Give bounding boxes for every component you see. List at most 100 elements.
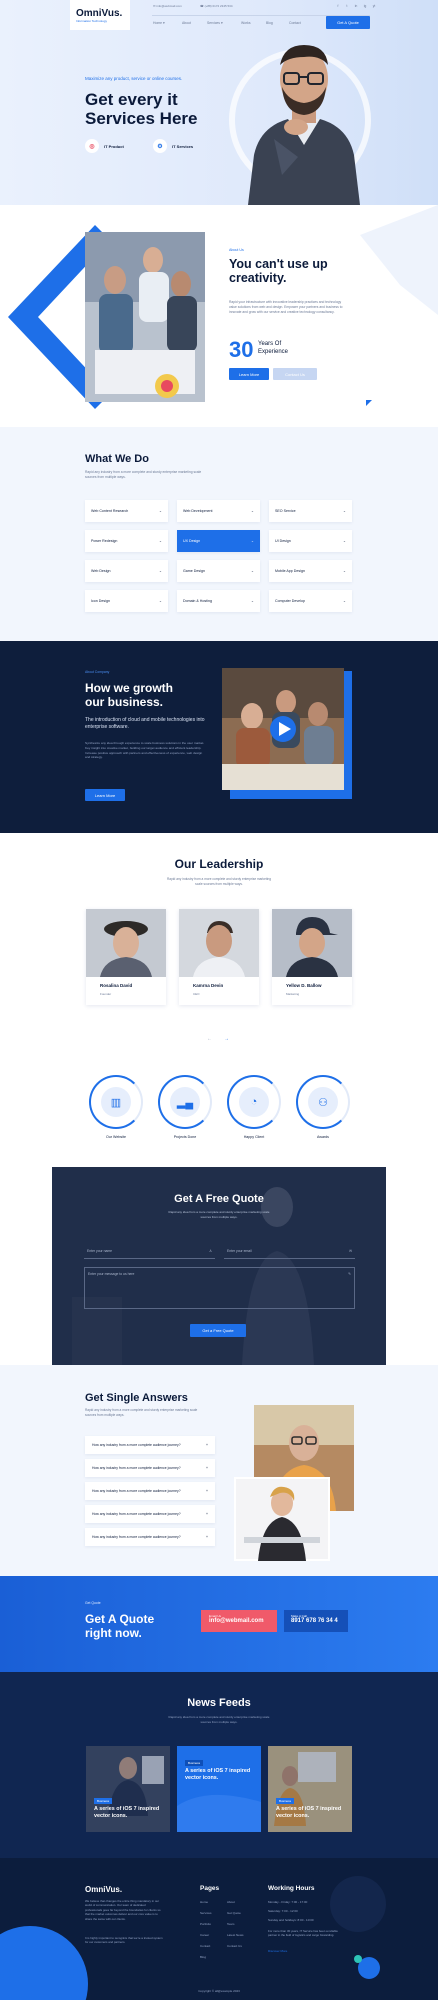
- news-card[interactable]: Business A series of iOS 7 inspired vect…: [268, 1746, 352, 1832]
- get-quote-button[interactable]: Get A Quote: [326, 16, 370, 29]
- service-label: Game Design: [183, 569, 205, 573]
- footer-link[interactable]: Contact Us: [227, 1944, 242, 1948]
- footer-link[interactable]: About: [227, 1900, 235, 1904]
- growth-title-line1: How we growth: [85, 681, 173, 695]
- logo[interactable]: OmniVus. Information Technology: [70, 0, 130, 30]
- footer-link[interactable]: Get Quote: [227, 1911, 241, 1915]
- years-label-line1: Years Of: [258, 341, 282, 347]
- news-card[interactable]: Business A series of iOS 7 inspired vect…: [177, 1746, 261, 1832]
- member-role: Founder: [100, 992, 112, 996]
- learn-more-button[interactable]: Learn More: [229, 368, 269, 380]
- faq-item[interactable]: How any industry from a more complete au…: [85, 1528, 215, 1546]
- news-post-title: A series of iOS 7 inspired vector icons.: [185, 1768, 251, 1781]
- feature-it-product[interactable]: ◎ IT Product: [85, 139, 124, 153]
- footer-link[interactable]: Career: [200, 1933, 209, 1937]
- quote-title: Get A Free Quote: [174, 1193, 264, 1205]
- faq-item[interactable]: How any industry from a more complete au…: [85, 1505, 215, 1523]
- nav-contact[interactable]: Contact: [289, 21, 301, 25]
- service-ui-design[interactable]: UI Design ⌄: [269, 530, 352, 552]
- service-computer-develop[interactable]: Computer Develop ⌄: [269, 590, 352, 612]
- footer-link[interactable]: Services: [200, 1911, 212, 1915]
- twitter-icon[interactable]: t: [345, 4, 349, 8]
- footer-link[interactable]: Team: [227, 1922, 234, 1926]
- message-field[interactable]: Enter your message to us here ✎: [84, 1267, 355, 1309]
- discover-more-link[interactable]: Discover More: [268, 1949, 287, 1953]
- faq-section: Get Single Answers Rapid any industry fr…: [0, 1365, 438, 1576]
- nav-about[interactable]: About: [182, 21, 191, 25]
- service-mobile-app-design[interactable]: Mobile App Design ⌄: [269, 560, 352, 582]
- faq-title: Get Single Answers: [85, 1392, 188, 1404]
- footer-link[interactable]: Portfolio: [200, 1922, 211, 1926]
- pie-icon: ◔: [239, 1087, 269, 1117]
- faq-question: How any industry from a more complete au…: [92, 1535, 181, 1539]
- nav-services[interactable]: Services ▾: [207, 21, 223, 25]
- next-arrow-icon[interactable]: →: [224, 1036, 229, 1042]
- product-icon: ◎: [85, 139, 99, 153]
- team-card[interactable]: Yellow D. Ballow Marketing: [272, 909, 352, 1005]
- service-game-design[interactable]: Game Design ⌄: [177, 560, 260, 582]
- nav-home[interactable]: Home ▾: [153, 21, 165, 25]
- growth-learn-more-button[interactable]: Learn More: [85, 789, 125, 801]
- counter-label: Projects Done: [173, 1135, 197, 1139]
- nav-blog[interactable]: Blog: [266, 21, 273, 25]
- cta-phone-box[interactable]: Make A Call 8917 678 76 34 4: [284, 1610, 348, 1632]
- quote-desc: Rapid any idea from a more complete and …: [168, 1210, 270, 1219]
- get-free-quote-button[interactable]: Get a Free Quote: [190, 1324, 246, 1337]
- header-email[interactable]: ✉ info@webmail.com: [153, 4, 182, 8]
- growth-title: How we growth our business.: [85, 681, 173, 709]
- copyright: Copyright © all@example 2023: [198, 1989, 240, 1993]
- footer-logo[interactable]: OmniVus.: [85, 1885, 122, 1894]
- faq-item[interactable]: How any industry from a more complete au…: [85, 1436, 215, 1454]
- footer-link[interactable]: Home: [200, 1900, 208, 1904]
- facebook-icon[interactable]: f: [336, 4, 340, 8]
- service-label: SEO Service: [275, 509, 296, 513]
- counter-ring: ◔: [227, 1075, 281, 1129]
- email-field[interactable]: Enter your email ✉: [224, 1245, 355, 1259]
- footer-link[interactable]: Blog: [200, 1955, 206, 1959]
- plus-icon: +: [206, 1535, 208, 1539]
- growth-body: Synthesize any idea through experience t…: [85, 741, 205, 760]
- service-power-redesign[interactable]: Power Redesign ⌄: [85, 530, 168, 552]
- growth-video-thumbnail[interactable]: [222, 668, 344, 790]
- news-tag: Business: [185, 1760, 204, 1766]
- team-card[interactable]: Kamrna Devin CEO: [179, 909, 259, 1005]
- service-icon-design[interactable]: Icon Design ⌄: [85, 590, 168, 612]
- team-card[interactable]: Rosalina David Founder: [86, 909, 166, 1005]
- prev-arrow-icon[interactable]: ←: [207, 1036, 212, 1042]
- contact-us-button[interactable]: Contact Us: [273, 368, 317, 380]
- service-web-development[interactable]: Web Development ⌄: [177, 500, 260, 522]
- service-domain-hosting[interactable]: Domain & Hosting ⌄: [177, 590, 260, 612]
- footer-hours-title: Working Hours: [268, 1885, 315, 1892]
- instagram-icon[interactable]: ig: [363, 4, 367, 8]
- linkedin-icon[interactable]: in: [354, 4, 358, 8]
- chevron-down-icon: ⌄: [250, 509, 254, 513]
- faq-question: How any industry from a more complete au…: [92, 1489, 181, 1493]
- service-seo[interactable]: SEO Service ⌄: [269, 500, 352, 522]
- what-we-do-section: What We Do Rapid any industry from a mor…: [0, 427, 438, 641]
- faq-item[interactable]: How any industry from a more complete au…: [85, 1459, 215, 1477]
- service-label: Web Development: [183, 509, 213, 513]
- feature-it-services[interactable]: ⚙ IT Services: [153, 139, 193, 153]
- service-web-design[interactable]: Web Design ⌄: [85, 560, 168, 582]
- name-field[interactable]: Enter your name ♙: [84, 1245, 215, 1259]
- service-label: Mobile App Design: [275, 569, 305, 573]
- user-icon: ♙: [208, 1249, 212, 1253]
- service-label: Computer Develop: [275, 599, 305, 603]
- footer-link[interactable]: Latest News: [227, 1933, 244, 1937]
- free-quote-section: Get A Free Quote Rapid any idea from a m…: [52, 1167, 386, 1365]
- growth-section: About Company How we growth our business…: [0, 641, 438, 833]
- faq-item[interactable]: How any industry from a more complete au…: [85, 1482, 215, 1500]
- header-phone[interactable]: ☎ (+88) 0172 2345 534: [200, 4, 233, 8]
- footer-link[interactable]: Contact: [200, 1944, 210, 1948]
- news-card[interactable]: Business A series of iOS 7 inspired vect…: [86, 1746, 170, 1832]
- footer-pages-title: Pages: [200, 1885, 220, 1892]
- service-ux-design[interactable]: UX Design ⌄: [177, 530, 260, 552]
- chevron-down-icon: ⌄: [342, 509, 346, 513]
- youtube-icon[interactable]: yt: [372, 4, 376, 8]
- cta-email-box[interactable]: Email Us info@webmail.com: [201, 1610, 277, 1632]
- counter-label: Awards: [317, 1135, 329, 1139]
- footer-about-2: It is highly important to recognize that…: [85, 1936, 163, 1945]
- nav-works[interactable]: Works: [241, 21, 251, 25]
- service-web-content-research[interactable]: Web Content Research ⌄: [85, 500, 168, 522]
- service-label: UX Design: [183, 539, 201, 543]
